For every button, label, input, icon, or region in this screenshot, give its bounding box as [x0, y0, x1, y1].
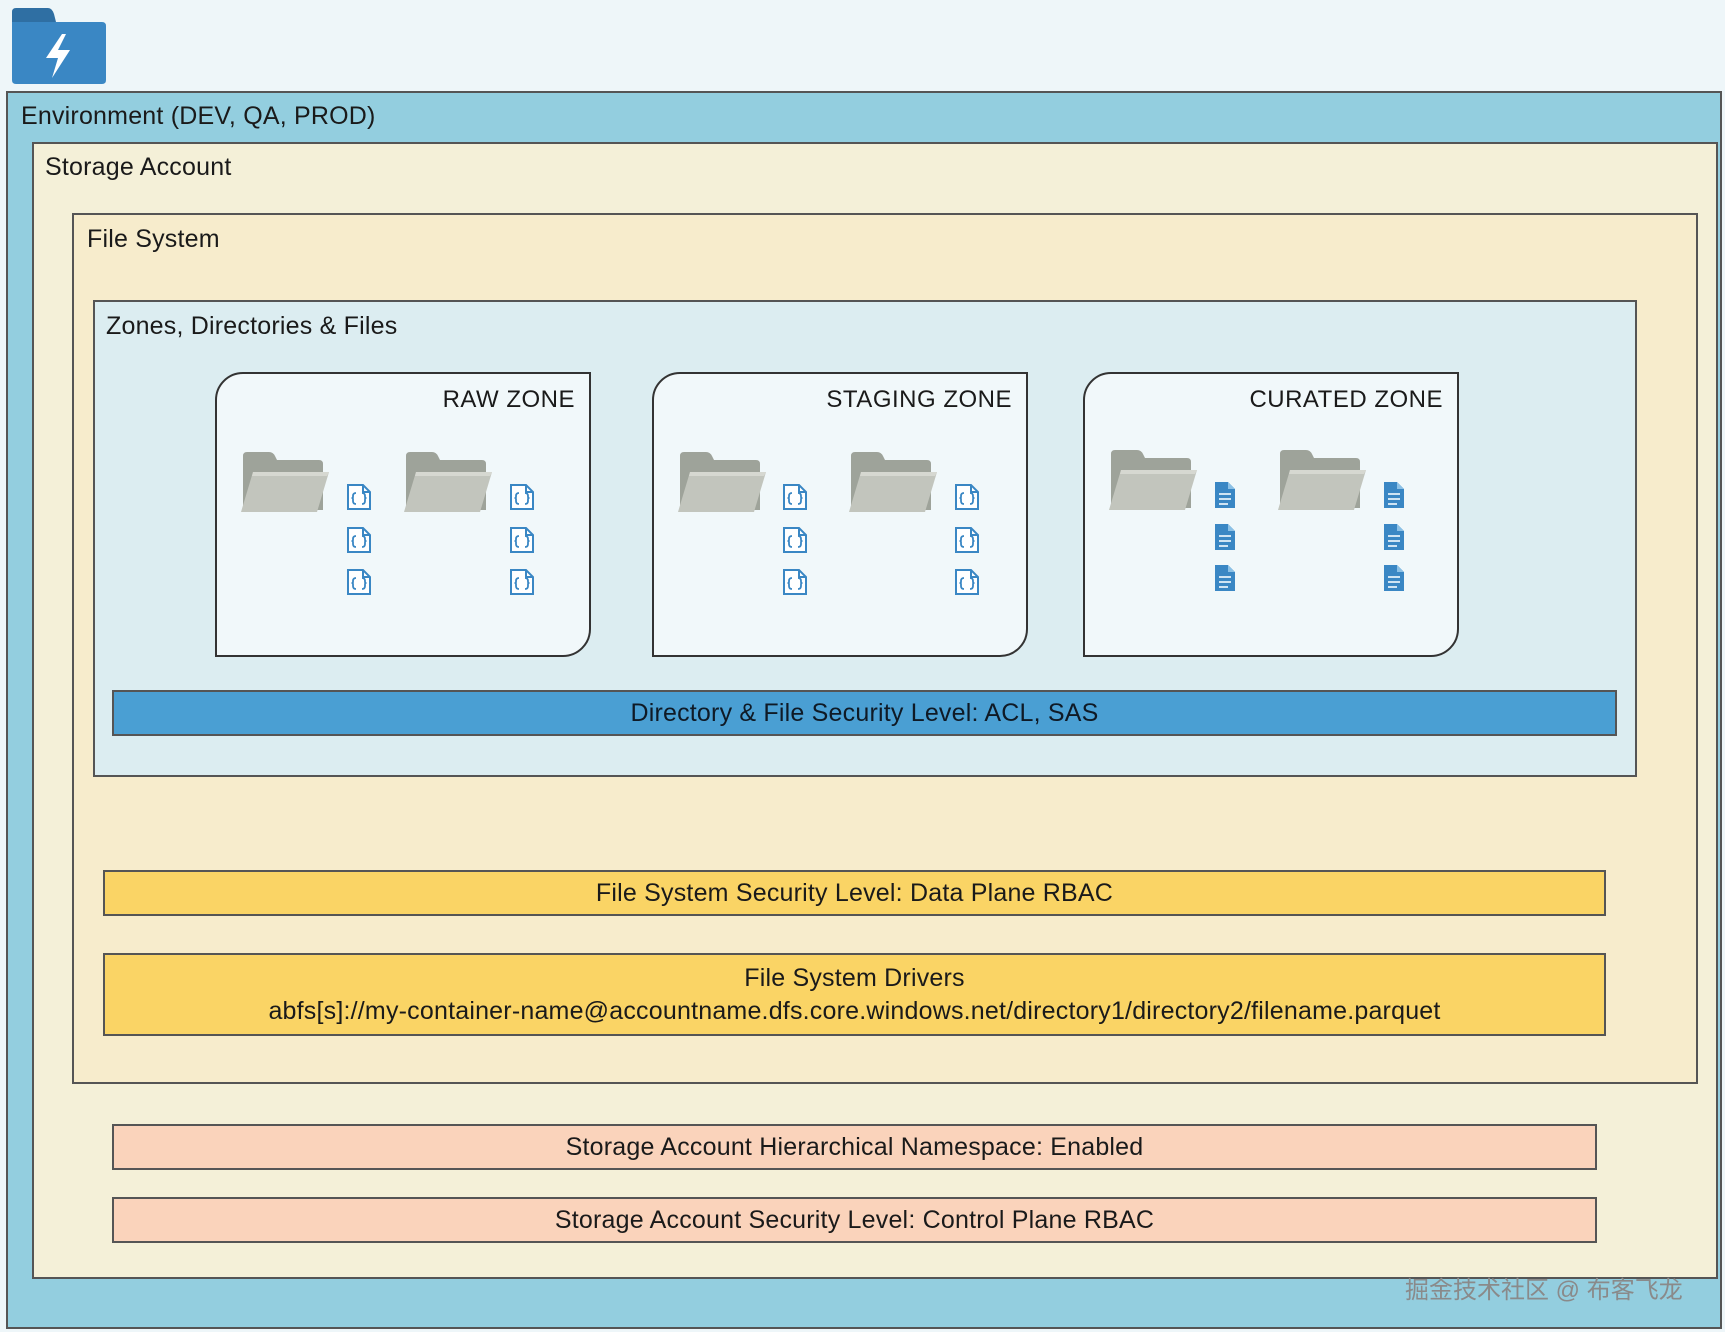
- hierarchical-namespace-label: Storage Account Hierarchical Namespace: …: [565, 1132, 1144, 1161]
- zone-card-curated: CURATED ZONE: [1083, 372, 1459, 657]
- json-file-icon: [953, 525, 981, 555]
- folder-icon: [239, 450, 331, 514]
- zone-label: CURATED ZONE: [1249, 386, 1443, 413]
- folder-icon: [847, 450, 939, 514]
- document-file-icon: [1211, 480, 1239, 510]
- json-file-icon: [508, 525, 536, 555]
- folder-icon: [402, 450, 494, 514]
- json-file-icon: [953, 567, 981, 597]
- lightning-folder-icon: [12, 8, 106, 84]
- file-system-drivers-bar: File System Drivers abfs[s]://my-contain…: [103, 953, 1606, 1036]
- document-file-icon: [1380, 480, 1408, 510]
- json-file-icon: [781, 525, 809, 555]
- file-system-title: File System: [87, 225, 220, 253]
- watermark: 掘金技术社区 @ 布客飞龙: [1405, 1277, 1683, 1304]
- directory-file-security-label: Directory & File Security Level: ACL, SA…: [630, 698, 1099, 727]
- file-system-security-bar: File System Security Level: Data Plane R…: [103, 870, 1606, 916]
- file-system-drivers-path: abfs[s]://my-container-name@accountname.…: [268, 996, 1441, 1025]
- storage-account-security-bar: Storage Account Security Level: Control …: [112, 1197, 1597, 1243]
- json-file-icon: [781, 567, 809, 597]
- zone-label: RAW ZONE: [442, 386, 575, 413]
- document-file-icon: [1211, 522, 1239, 552]
- json-file-icon: [345, 567, 373, 597]
- folder-icon: [676, 450, 768, 514]
- document-file-icon: [1211, 563, 1239, 593]
- json-file-icon: [508, 567, 536, 597]
- document-file-icon: [1380, 563, 1408, 593]
- json-file-icon: [345, 482, 373, 512]
- json-file-icon: [345, 525, 373, 555]
- zones-title: Zones, Directories & Files: [106, 312, 398, 340]
- file-system-security-label: File System Security Level: Data Plane R…: [595, 878, 1114, 907]
- hierarchical-namespace-bar: Storage Account Hierarchical Namespace: …: [112, 1124, 1597, 1170]
- environment-title: Environment (DEV, QA, PROD): [21, 102, 376, 130]
- storage-account-title: Storage Account: [45, 153, 232, 181]
- json-file-icon: [953, 482, 981, 512]
- directory-file-security-bar: Directory & File Security Level: ACL, SA…: [112, 690, 1617, 736]
- json-file-icon: [781, 482, 809, 512]
- json-file-icon: [508, 482, 536, 512]
- storage-account-security-label: Storage Account Security Level: Control …: [554, 1205, 1155, 1234]
- folder-icon: [1276, 448, 1368, 512]
- zone-card-staging: STAGING ZONE: [652, 372, 1028, 657]
- file-system-drivers-title: File System Drivers: [744, 964, 965, 992]
- folder-icon: [1107, 448, 1199, 512]
- zone-label: STAGING ZONE: [826, 386, 1012, 413]
- document-file-icon: [1380, 522, 1408, 552]
- zone-card-raw: RAW ZONE: [215, 372, 591, 657]
